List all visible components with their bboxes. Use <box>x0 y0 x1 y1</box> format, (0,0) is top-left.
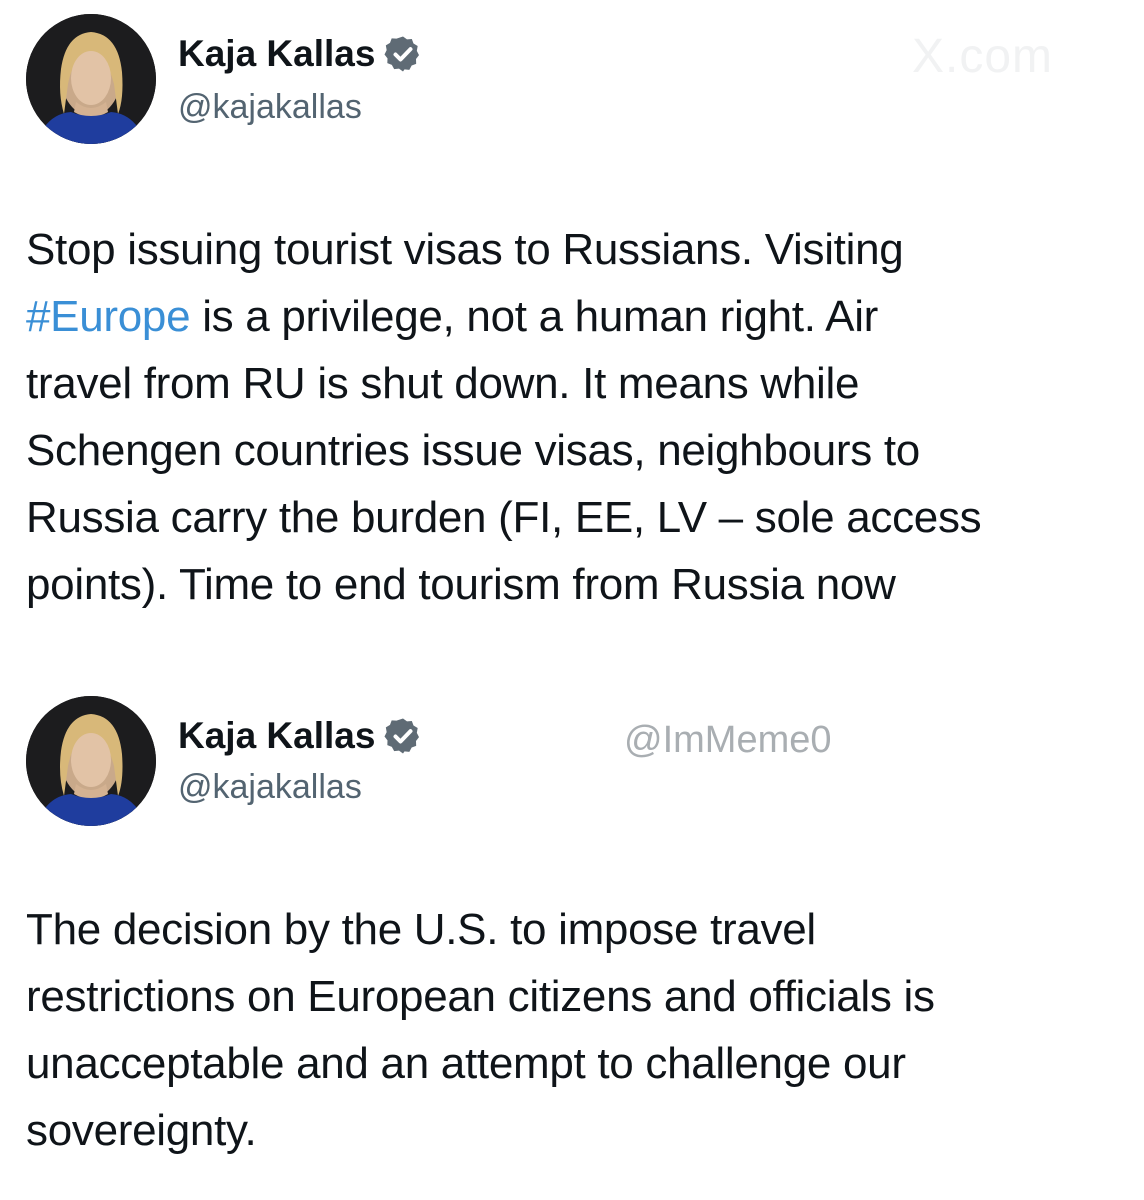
verified-badge-icon <box>384 36 420 72</box>
post-text: Stop issuing tourist visas to Russians. … <box>26 216 1116 618</box>
text-line: The decision by the U.S. to impose trave… <box>26 905 816 954</box>
author-handle[interactable]: @kajakallas <box>178 766 362 808</box>
author-name[interactable]: Kaja Kallas <box>178 32 423 76</box>
watermark: @ImMeme0 <box>624 719 832 761</box>
text-line: restrictions on European citizens and of… <box>26 972 935 1021</box>
text-line: unacceptable and an attempt to challenge… <box>26 1039 906 1088</box>
text-fragment: is a privilege, not a human right. Air <box>190 292 879 341</box>
post-1: Kaja Kallas @kajakallas X.com Stop issui… <box>0 0 1144 640</box>
post-text: The decision by the U.S. to impose trave… <box>26 896 1116 1164</box>
post-2: Kaja Kallas @kajakallas @ImMeme0 The dec… <box>0 680 1144 1200</box>
author-handle[interactable]: @kajakallas <box>178 86 362 128</box>
author-name[interactable]: Kaja Kallas <box>178 714 423 758</box>
text-line: Schengen countries issue visas, neighbou… <box>26 426 920 475</box>
avatar[interactable] <box>26 696 156 826</box>
profile-photo <box>26 14 156 144</box>
verified-badge-icon <box>384 718 420 754</box>
text-line: sovereignty. <box>26 1106 257 1155</box>
text-line: points). Time to end tourism from Russia… <box>26 560 896 609</box>
text-line: Stop issuing tourist visas to Russians. … <box>26 225 904 274</box>
text-line: travel from RU is shut down. It means wh… <box>26 359 860 408</box>
avatar[interactable] <box>26 14 156 144</box>
text-line: #Europe is a privilege, not a human righ… <box>26 283 1116 350</box>
text-line: Russia carry the burden (FI, EE, LV – so… <box>26 493 982 542</box>
watermark: X.com <box>912 30 1054 83</box>
profile-photo <box>26 696 156 826</box>
author-name-text[interactable]: Kaja Kallas <box>178 714 375 758</box>
author-name-text[interactable]: Kaja Kallas <box>178 32 375 76</box>
hashtag-link[interactable]: #Europe <box>26 292 191 341</box>
